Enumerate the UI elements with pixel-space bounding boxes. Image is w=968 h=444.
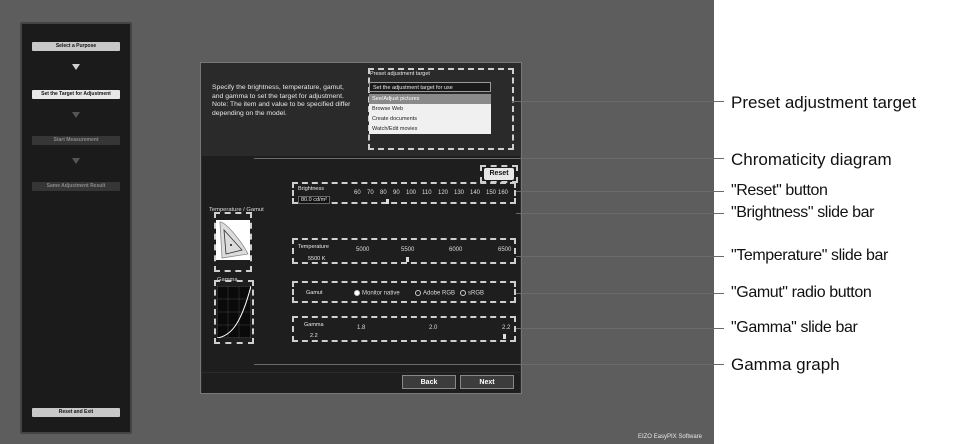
gamut-label: Gamut <box>306 290 323 296</box>
callout-gamut: "Gamut" radio button <box>731 284 872 301</box>
temperature-tick: 5000 <box>356 247 370 253</box>
gamma-highlight <box>292 316 516 342</box>
brightness-tick: 140 <box>470 190 481 196</box>
radio-icon <box>415 290 421 296</box>
callout-chromaticity: Chromaticity diagram <box>731 150 892 169</box>
sidebar: Select a Purpose Set the Target for Adju… <box>20 22 132 434</box>
gamma-graph <box>217 286 251 338</box>
reset-button[interactable]: Reset <box>484 168 514 180</box>
brand-label: EIZO EasyPIX Software <box>637 434 702 440</box>
instruction-text: Specify the brightness, temperature, gam… <box>202 64 360 154</box>
callout-line <box>516 213 724 214</box>
gamma-value: 2.2 <box>310 333 318 339</box>
temperature-label: Temperature <box>298 244 329 250</box>
callout-temperature: "Temperature" slide bar <box>731 247 888 264</box>
next-button[interactable]: Next <box>460 375 514 389</box>
callout-line <box>516 256 724 257</box>
brightness-label: Brightness <box>298 186 324 192</box>
gamma-tick: 1.8 <box>357 325 366 331</box>
callout-reset: "Reset" button <box>731 182 828 199</box>
callout-line <box>254 364 724 365</box>
callout-gamma-graph: Gamma graph <box>731 355 840 374</box>
down-arrow-icon <box>72 112 80 118</box>
preset-dropdown[interactable]: Set the adjustment target for use <box>369 82 491 92</box>
footer-bar: Back Next <box>202 373 520 393</box>
brightness-tick: 160 <box>498 190 509 196</box>
gamma-thumb[interactable] <box>503 334 506 339</box>
step-start-measurement: Start Measurement <box>32 136 120 145</box>
back-button[interactable]: Back <box>402 375 456 389</box>
callout-line <box>512 101 724 102</box>
temperature-tick: 6500 <box>498 247 512 253</box>
down-arrow-icon <box>72 158 80 164</box>
brightness-tick: 100 <box>406 190 417 196</box>
gamma-tick: 2.0 <box>429 325 438 331</box>
gamut-option-adobe-rgb[interactable]: Adobe RGB <box>415 290 455 297</box>
step-same-result: Same Adjustment Result <box>32 182 120 191</box>
brightness-tick: 90 <box>393 190 400 196</box>
step-set-target[interactable]: Set the Target for Adjustment <box>32 90 120 99</box>
radio-icon <box>460 290 466 296</box>
gamma-label: Gamma <box>304 322 324 328</box>
preset-title: Preset adjustment target <box>370 71 430 77</box>
callout-gamma: "Gamma" slide bar <box>731 319 858 336</box>
temperature-value: 5500 K <box>308 256 326 262</box>
gamut-option-label: Adobe RGB <box>423 290 456 297</box>
gamut-option-srgb[interactable]: sRGB <box>460 290 484 297</box>
app-window: Select a Purpose Set the Target for Adju… <box>0 0 714 444</box>
callout-line <box>254 158 724 159</box>
temperature-thumb[interactable] <box>406 257 409 262</box>
preset-option[interactable]: Watch/Edit movies <box>369 124 491 134</box>
brightness-tick: 150 <box>486 190 497 196</box>
callout-brightness: "Brightness" slide bar <box>731 204 875 221</box>
callout-preset: Preset adjustment target <box>731 93 917 112</box>
brightness-tick: 110 <box>422 190 432 196</box>
gamut-option-monitor-native[interactable]: Monitor native <box>354 290 400 297</box>
brightness-tick: 130 <box>454 190 465 196</box>
preset-option[interactable]: Browse Web <box>369 104 491 114</box>
preset-section: Preset adjustment target Set the adjustm… <box>363 64 521 154</box>
preset-option[interactable]: See/Adjust pictures <box>369 94 491 104</box>
target-panel: Specify the brightness, temperature, gam… <box>200 62 522 394</box>
step-select-purpose[interactable]: Select a Purpose <box>32 42 120 51</box>
preset-option[interactable]: Create documents <box>369 114 491 124</box>
chromaticity-diagram <box>216 220 250 260</box>
gamut-option-label: sRGB <box>468 290 485 297</box>
settings-area: Temperature / Gamut Gamma Reset Brightne… <box>202 156 520 372</box>
down-arrow-icon <box>72 64 80 70</box>
reset-exit-button[interactable]: Reset and Exit <box>32 408 120 417</box>
callout-line <box>516 191 724 192</box>
preset-list: See/Adjust pictures Browse Web Create do… <box>369 94 491 134</box>
brightness-value: 80.0 cd/m² <box>298 196 330 204</box>
temperature-tick: 5500 <box>401 247 415 253</box>
radio-selected-icon <box>354 290 360 296</box>
brightness-tick: 70 <box>367 190 374 196</box>
brightness-tick: 120 <box>438 190 449 196</box>
brightness-tick: 60 <box>354 190 361 196</box>
brightness-thumb[interactable] <box>386 199 389 204</box>
gamut-option-label: Monitor native <box>362 290 400 297</box>
brightness-tick: 80 <box>380 190 387 196</box>
temperature-tick: 6000 <box>449 247 463 253</box>
gamma-tick: 2.2 <box>502 325 511 331</box>
callout-line <box>516 328 724 329</box>
callout-line <box>516 293 724 294</box>
